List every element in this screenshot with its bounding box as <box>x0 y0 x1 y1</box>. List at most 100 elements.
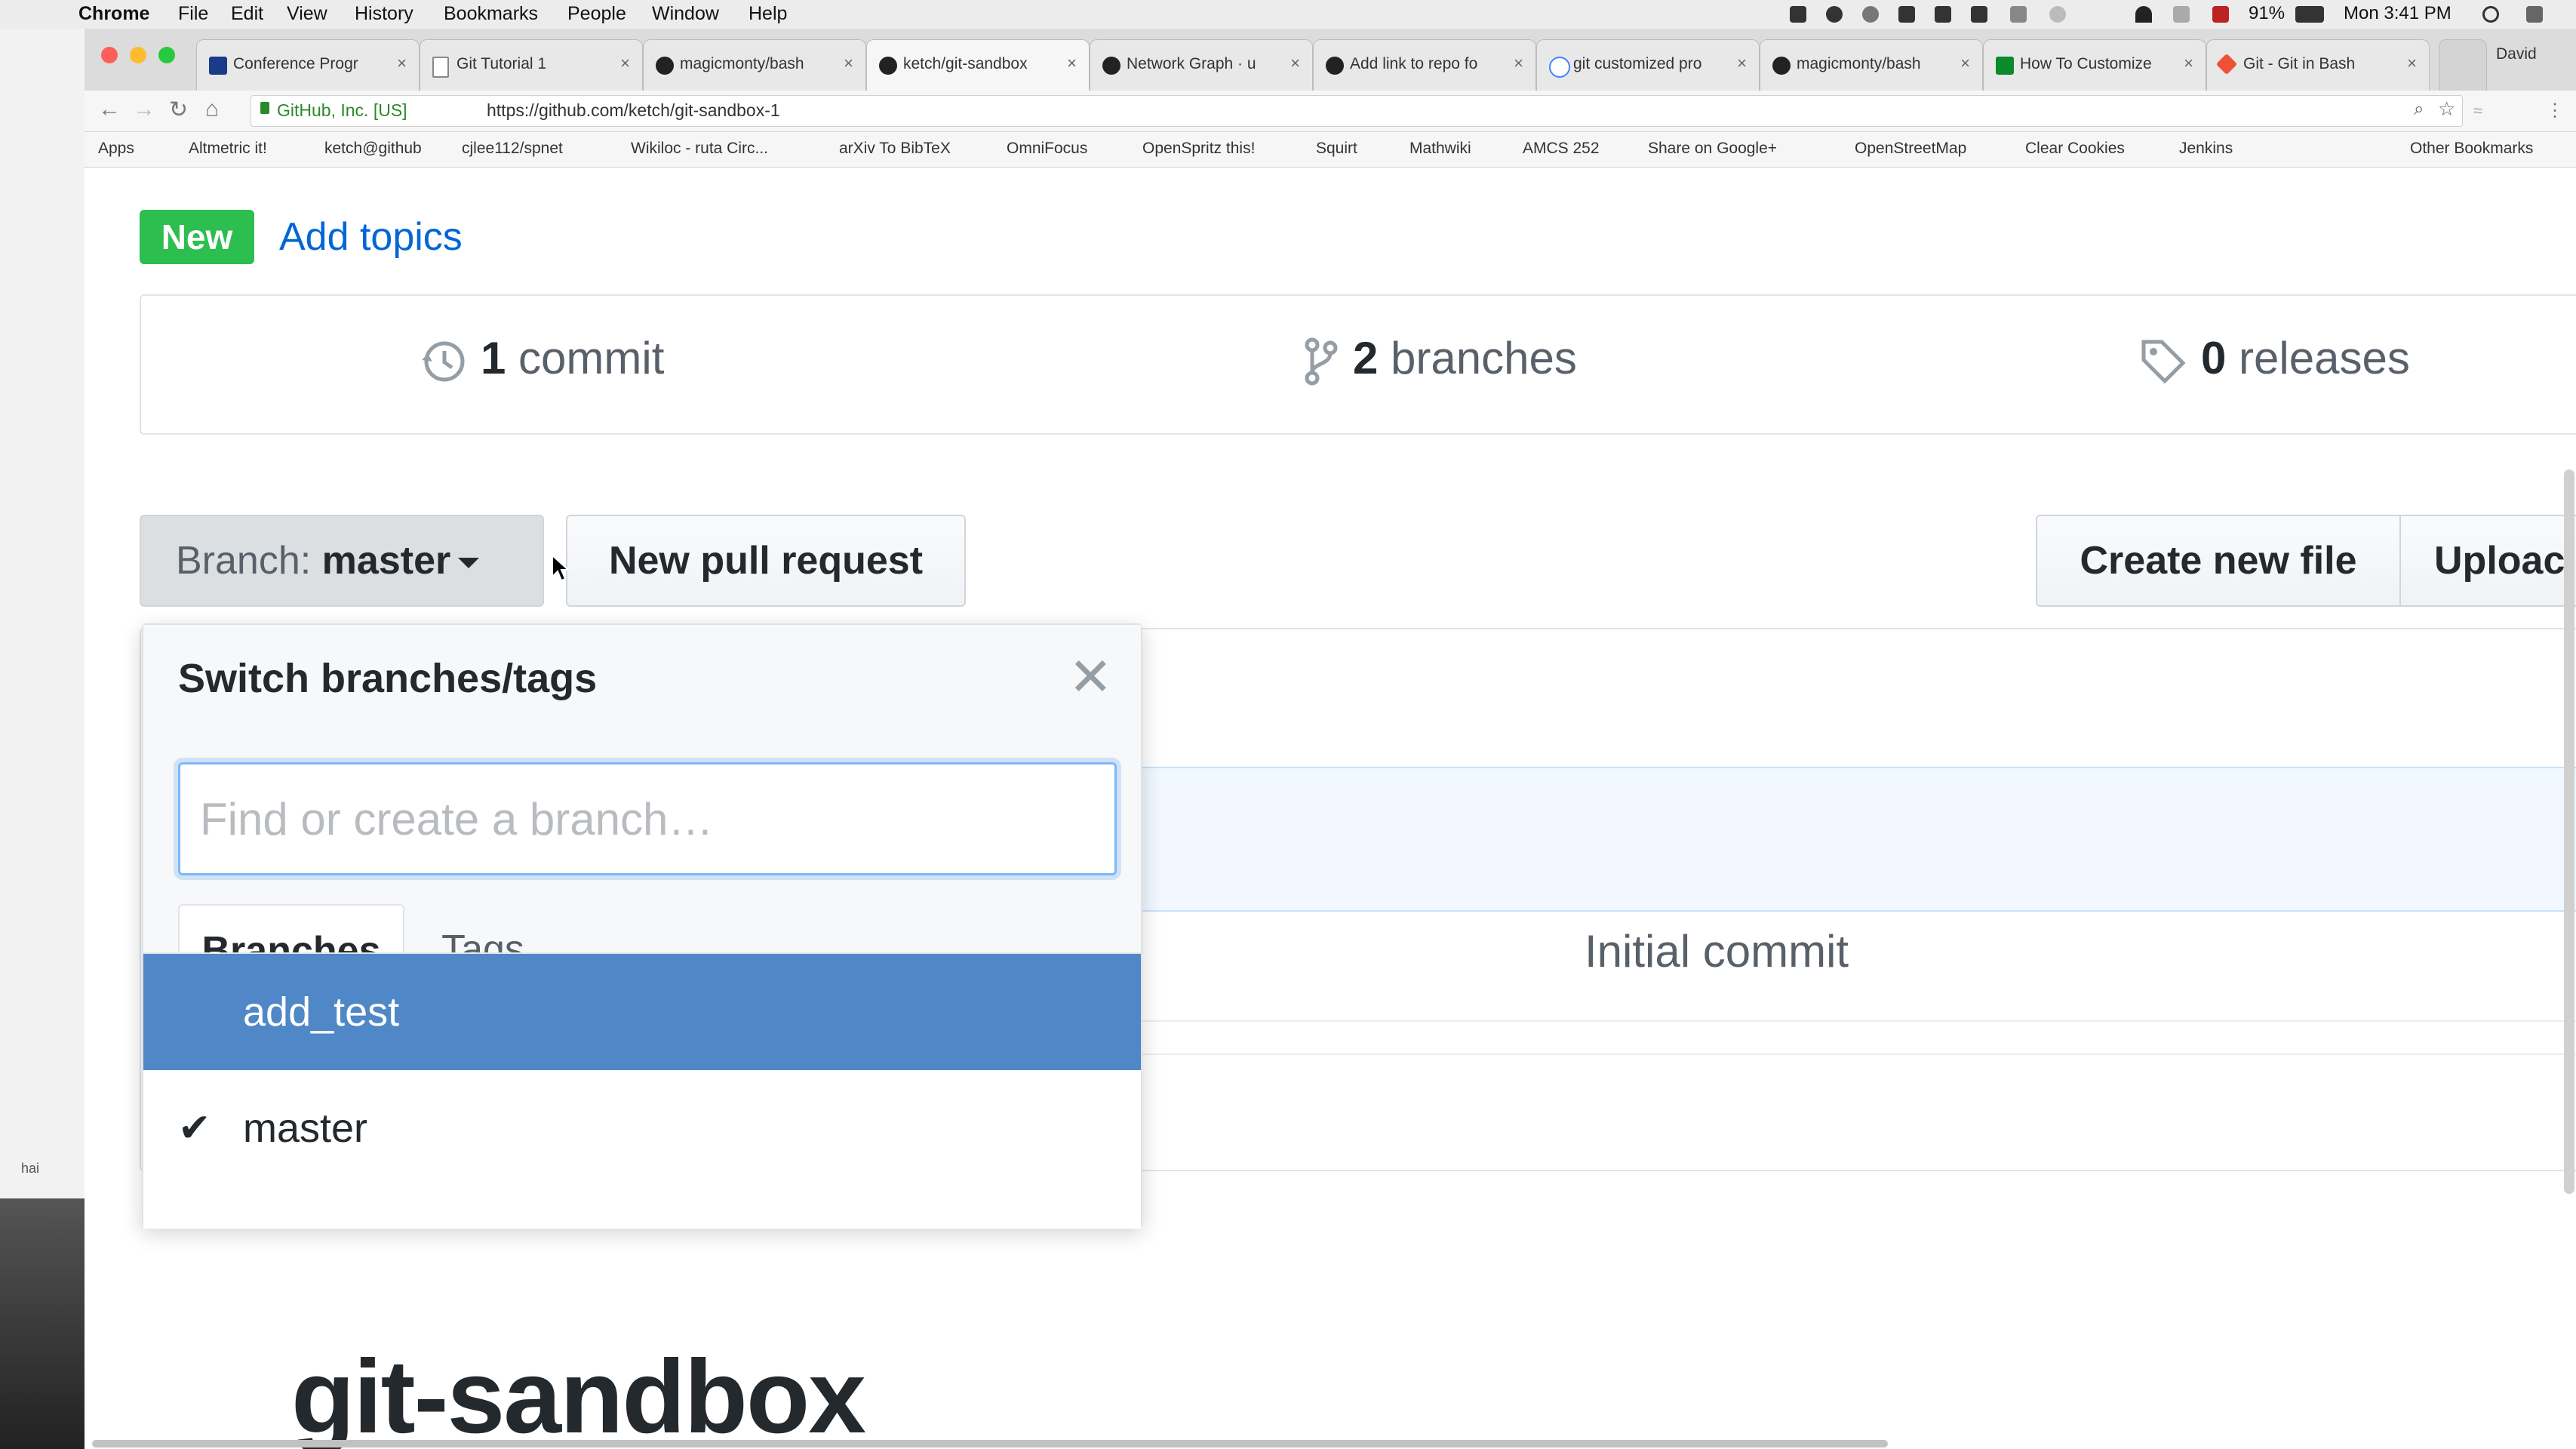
branch-item-add-test[interactable]: add_test <box>143 954 1141 1070</box>
shield-icon[interactable] <box>1898 6 1915 23</box>
close-tab-icon[interactable]: × <box>2407 54 2417 73</box>
dropdown-filter: Branches Tags <box>143 738 1141 992</box>
close-tab-icon[interactable]: × <box>1960 54 1970 73</box>
commit-message-link[interactable]: Initial commit <box>1585 925 1849 977</box>
wifi-icon[interactable] <box>2135 6 2152 23</box>
readme-title: git-sandbox <box>291 1339 866 1449</box>
menu-people[interactable]: People <box>567 3 626 25</box>
vertical-scrollbar[interactable] <box>2564 469 2574 1194</box>
browser-tab[interactable]: How To Customize × <box>1983 39 2206 91</box>
status-icon-b[interactable] <box>1935 6 1951 23</box>
branches-link[interactable]: 2 branches <box>1303 332 1577 386</box>
mouse-cursor-icon <box>552 554 570 582</box>
minimize-window-icon[interactable] <box>130 47 146 63</box>
star-icon[interactable]: ☆ <box>2438 97 2455 121</box>
bookmark-item[interactable]: arXiv To BibTeX <box>839 140 951 158</box>
browser-tab[interactable]: git customized pro × <box>1536 39 1760 91</box>
home-icon[interactable]: ⌂ <box>205 97 219 122</box>
status-icon-1[interactable] <box>1790 6 1806 23</box>
browser-tab[interactable]: Add link to repo fo × <box>1313 39 1536 91</box>
reload-icon[interactable]: ↻ <box>169 97 188 123</box>
menu-history[interactable]: History <box>355 3 413 25</box>
spotlight-search-icon[interactable] <box>2482 6 2499 23</box>
browser-tab[interactable]: Network Graph · u × <box>1090 39 1313 91</box>
close-tab-icon[interactable]: × <box>1290 54 1300 73</box>
browser-tab[interactable]: Git Tutorial 1 × <box>420 39 643 91</box>
menu-view[interactable]: View <box>287 3 327 25</box>
new-tab-button[interactable] <box>2439 39 2487 91</box>
browser-tab-active[interactable]: ketch/git-sandbox × <box>866 39 1090 91</box>
chevron-down-icon <box>458 558 480 569</box>
browser-tab[interactable]: magicmonty/bash × <box>643 39 866 91</box>
menu-bookmarks[interactable]: Bookmarks <box>444 3 538 25</box>
site-identity[interactable]: GitHub, Inc. [US] <box>277 100 407 121</box>
menu-clock[interactable]: Mon 3:41 PM <box>2344 3 2452 24</box>
bookmark-item[interactable]: ketch@github <box>324 140 422 158</box>
bookmark-item[interactable]: Jenkins <box>2179 140 2233 158</box>
close-tab-icon[interactable]: × <box>620 54 630 73</box>
chrome-menu-icon[interactable]: ⋮ <box>2546 100 2564 122</box>
menu-app-name[interactable]: Chrome <box>78 3 149 25</box>
zoom-icon[interactable]: ⌕ <box>2414 99 2424 120</box>
site-favicon-icon <box>1996 57 2014 75</box>
bookmark-item[interactable]: OpenStreetMap <box>1855 140 1966 158</box>
branch-item-master[interactable]: ✔ master <box>143 1070 1141 1186</box>
background-window-chip[interactable]: hai <box>21 1161 81 1191</box>
close-tab-icon[interactable]: × <box>397 54 407 73</box>
releases-link[interactable]: 0 releases <box>2139 332 2410 386</box>
new-pull-request-button[interactable]: New pull request <box>566 515 966 607</box>
create-new-file-button[interactable]: Create new file <box>2036 515 2401 607</box>
back-icon[interactable]: ← <box>98 97 121 122</box>
address-bar[interactable]: GitHub, Inc. [US] https://github.com/ket… <box>251 95 2463 127</box>
commits-link[interactable]: 1 commit <box>419 332 664 386</box>
bookmark-item[interactable]: Wikiloc - ruta Circ... <box>631 140 768 158</box>
flag-icon[interactable] <box>2212 6 2229 23</box>
menu-window[interactable]: Window <box>652 3 719 25</box>
bookmark-item[interactable]: Altmetric it! <box>189 140 267 158</box>
github-icon <box>656 57 674 75</box>
close-tab-icon[interactable]: × <box>1067 54 1077 73</box>
menu-help[interactable]: Help <box>749 3 787 25</box>
battery-icon[interactable] <box>2295 6 2324 23</box>
background-window: hai <box>0 29 85 1198</box>
bookmark-item[interactable]: OpenSpritz this! <box>1142 140 1255 158</box>
bookmark-item[interactable]: AMCS 252 <box>1523 140 1600 158</box>
status-icon-3[interactable] <box>1862 6 1879 23</box>
add-topics-link[interactable]: Add topics <box>279 210 463 264</box>
horizontal-scrollbar[interactable] <box>92 1440 1888 1447</box>
menu-edit[interactable]: Edit <box>231 3 263 25</box>
display-icon[interactable] <box>2010 6 2027 23</box>
bookmark-item[interactable]: OmniFocus <box>1007 140 1087 158</box>
profile-name[interactable]: David <box>2496 45 2537 63</box>
time-machine-icon[interactable] <box>2049 6 2066 23</box>
bookmark-item[interactable]: Apps <box>98 140 134 158</box>
url-text[interactable]: https://github.com/ketch/git-sandbox-1 <box>487 100 780 121</box>
notification-center-icon[interactable] <box>2526 6 2543 23</box>
forward-icon[interactable]: → <box>133 97 155 122</box>
branch-filter-input[interactable] <box>178 762 1117 875</box>
tab-title: Add link to repo fo <box>1350 55 1478 72</box>
browser-tab[interactable]: Git - Git in Bash × <box>2206 39 2430 91</box>
volume-icon[interactable] <box>2173 6 2190 23</box>
close-icon[interactable]: ✕ <box>1068 651 1113 703</box>
bookmark-item[interactable]: cjlee112/spnet <box>462 140 563 158</box>
dropbox-icon[interactable] <box>1971 6 1987 23</box>
extension-icon[interactable]: ≈ <box>2473 101 2482 121</box>
close-tab-icon[interactable]: × <box>1514 54 1523 73</box>
bookmark-item[interactable]: Other Bookmarks <box>2410 140 2533 158</box>
zoom-window-icon[interactable] <box>158 47 175 63</box>
upload-files-button[interactable]: Uploac <box>2399 515 2576 607</box>
bookmark-item[interactable]: Clear Cookies <box>2025 140 2125 158</box>
branch-select-button[interactable]: Branch: master <box>140 515 544 607</box>
close-tab-icon[interactable]: × <box>1737 54 1747 73</box>
close-window-icon[interactable] <box>101 47 118 63</box>
bookmark-item[interactable]: Share on Google+ <box>1648 140 1777 158</box>
status-icon-2[interactable] <box>1826 6 1843 23</box>
bookmark-item[interactable]: Mathwiki <box>1409 140 1471 158</box>
bookmark-item[interactable]: Squirt <box>1316 140 1357 158</box>
close-tab-icon[interactable]: × <box>2184 54 2193 73</box>
browser-tab[interactable]: magicmonty/bash × <box>1760 39 1983 91</box>
close-tab-icon[interactable]: × <box>844 54 853 73</box>
browser-tab[interactable]: Conference Progr × <box>196 39 420 91</box>
menu-file[interactable]: File <box>178 3 208 25</box>
